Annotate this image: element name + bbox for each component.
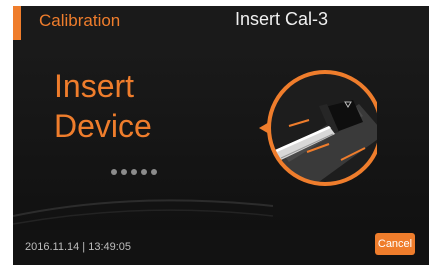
cancel-button[interactable]: Cancel <box>375 233 415 255</box>
progress-dot <box>141 169 147 175</box>
progress-dot <box>151 169 157 175</box>
device-screen: Calibration Insert Cal-3 Insert Device 2… <box>13 6 429 265</box>
progress-dots <box>111 169 157 175</box>
footer-bar: 2016.11.14 | 13:49:05 <box>13 230 429 265</box>
screen-title: Calibration <box>39 11 121 30</box>
datetime-display: 2016.11.14 | 13:49:05 <box>25 241 132 253</box>
background-swoosh <box>13 199 273 225</box>
header-accent-bar <box>13 6 21 40</box>
instruction-line-1: Insert <box>54 68 135 104</box>
device-insert-illustration <box>259 70 377 186</box>
instruction-line-2: Device <box>54 108 152 144</box>
step-title: Insert Cal-3 <box>235 9 329 29</box>
header-bar: Calibration Insert Cal-3 <box>13 6 429 40</box>
progress-dot <box>131 169 137 175</box>
instruction-heading: Insert Device <box>54 66 152 146</box>
progress-dot <box>111 169 117 175</box>
progress-dot <box>121 169 127 175</box>
